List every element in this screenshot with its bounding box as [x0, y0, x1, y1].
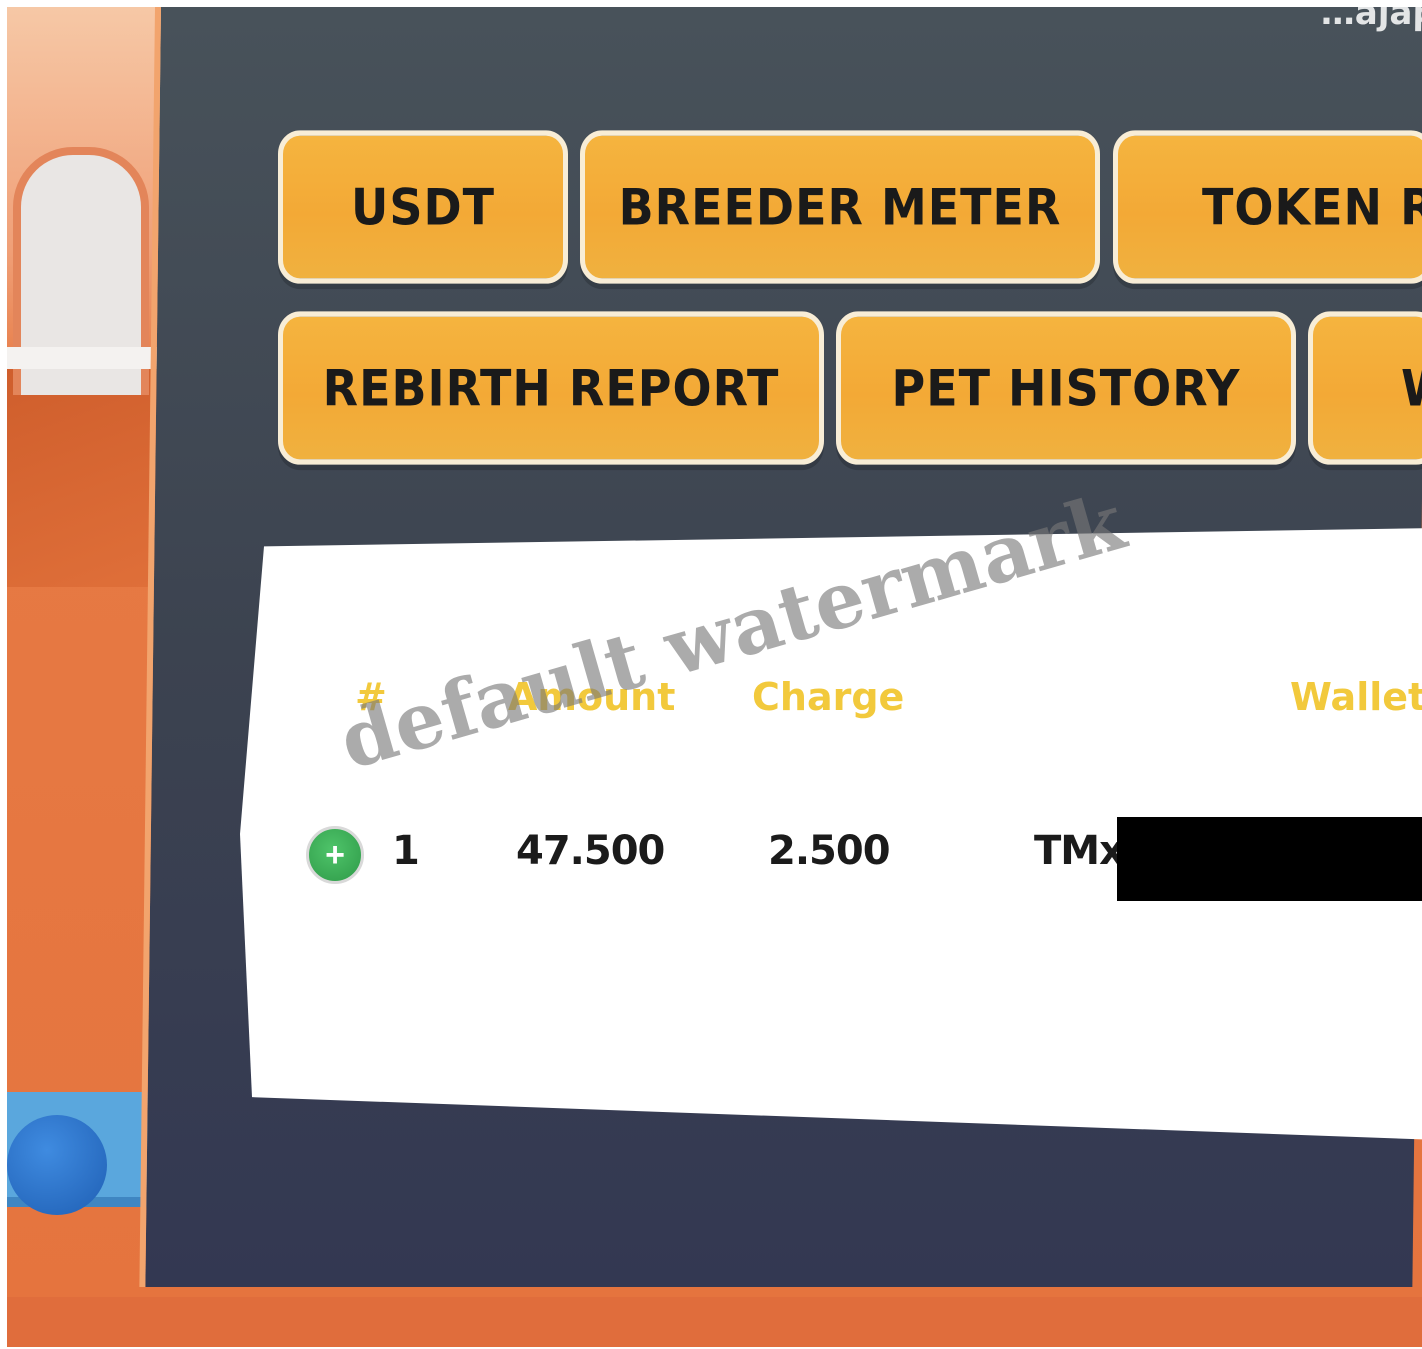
expand-icon-glyph: + [325, 835, 345, 874]
tab-label: REBIRTH REPORT [322, 358, 780, 418]
ledge-decoration [7, 347, 167, 369]
column-header-index: # [355, 675, 387, 719]
tab-label: W [1401, 359, 1422, 417]
table-cell-amount: 47.500 [516, 828, 665, 874]
tab-usdt[interactable]: USDT [278, 130, 568, 284]
blue-ball-decoration [7, 1115, 107, 1215]
tab-partial-w[interactable]: W [1308, 311, 1422, 465]
column-header-wallet: Wallet [1290, 675, 1422, 719]
redaction-bar [1117, 817, 1422, 901]
table-cell-wallet: TMx [1034, 828, 1125, 874]
table-cell-charge: 2.500 [768, 828, 891, 874]
floor-decoration [7, 1297, 1422, 1347]
tab-label: BREEDER METER [618, 177, 1062, 237]
tab-token-report[interactable]: TOKEN REP [1113, 130, 1422, 284]
app-screen: …ajapaci… USDT BREEDER METER TOKEN REP R… [0, 0, 1422, 1349]
tab-rebirth-report[interactable]: REBIRTH REPORT [278, 311, 824, 465]
tab-label: TOKEN REP [1202, 177, 1422, 237]
column-header-amount: Amount [508, 675, 676, 719]
column-header-charge: Charge [752, 675, 905, 719]
tab-breeder-meter[interactable]: BREEDER METER [580, 130, 1100, 284]
tab-pet-history[interactable]: PET HISTORY [836, 311, 1296, 465]
table-cell-index: 1 [392, 828, 420, 874]
plus-circle-icon[interactable]: + [306, 826, 364, 884]
tab-label: PET HISTORY [891, 358, 1241, 418]
tab-label: USDT [350, 177, 496, 237]
panel-title: …ajapaci… [1320, 0, 1422, 33]
